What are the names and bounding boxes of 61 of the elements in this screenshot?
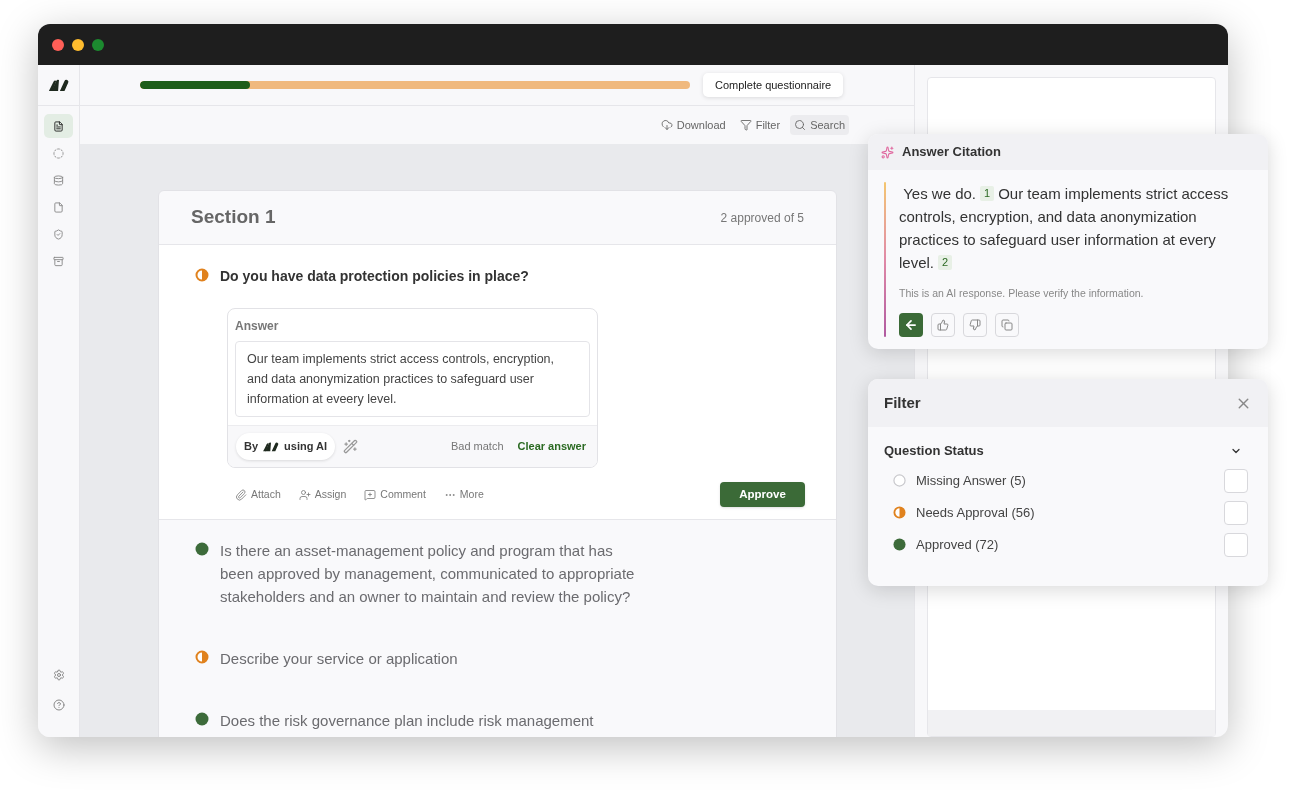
help-icon[interactable] <box>52 699 65 711</box>
filter-option-label: Needs Approval (56) <box>916 503 1035 522</box>
search-icon <box>794 119 807 131</box>
section-title: Section 1 <box>191 205 276 230</box>
copy-icon <box>1001 318 1013 331</box>
by-label: By <box>244 439 259 455</box>
arrow-left-icon <box>904 317 918 332</box>
attach-button[interactable]: Attach <box>235 486 281 503</box>
question-text[interactable]: Does the risk governance plan include risk management <box>220 709 650 732</box>
filter-icon <box>739 119 752 131</box>
search-button[interactable]: Search <box>790 115 849 135</box>
popover-title: Answer Citation <box>902 143 1001 162</box>
filter-option-label: Missing Answer (5) <box>916 471 1026 490</box>
comment-button[interactable]: Comment <box>364 486 426 503</box>
question-text[interactable]: Do you have data protection policies in place? <box>220 265 650 288</box>
filter-option-label: Approved (72) <box>916 535 999 554</box>
file-icon <box>53 201 64 213</box>
checkbox[interactable] <box>1224 500 1248 525</box>
logo-icon <box>262 441 281 452</box>
archive-icon <box>53 255 64 267</box>
sparkle-icon <box>881 145 894 159</box>
filter-button[interactable]: Filter <box>735 115 785 135</box>
user-plus-icon <box>298 488 311 501</box>
maximize-window-button[interactable] <box>92 38 104 51</box>
thumbs-up-icon <box>937 318 949 331</box>
thumbs-up-button[interactable] <box>931 312 955 337</box>
bad-match-link[interactable]: Bad match <box>450 438 504 455</box>
thumbs-down-button[interactable] <box>963 312 987 337</box>
magic-wand-icon[interactable] <box>343 439 359 454</box>
citation-text: Yes we do. 1 Our team implements strict access controls, encryption, and data anonymization practices to safeguard user information at every level. 2 <box>899 184 1230 273</box>
shield-check-icon <box>53 228 64 240</box>
approved-count: 2 approved of 5 <box>720 209 804 227</box>
thumbs-down-icon <box>969 318 981 331</box>
logo-icon <box>47 78 70 92</box>
download-button[interactable]: Download <box>656 115 730 135</box>
paperclip-icon <box>235 488 247 501</box>
settings-icon[interactable] <box>52 669 65 681</box>
cloud-download-icon <box>660 119 673 131</box>
close-window-button[interactable] <box>52 38 64 51</box>
question-text[interactable]: Is there an asset-management policy and program that has been approved by management, communicated to appropriate stakeholders and an owner to maintain and review the policy? <box>220 539 650 608</box>
document-icon <box>53 120 64 132</box>
question-text[interactable]: Describe your service or application <box>220 647 650 670</box>
clear-answer-link[interactable]: Clear answer <box>517 438 586 455</box>
database-icon <box>53 174 64 186</box>
ai-disclaimer: This is an AI response. Please verify the information. <box>899 286 1145 301</box>
assign-button[interactable]: Assign <box>298 486 347 503</box>
copy-button[interactable] <box>995 312 1019 337</box>
checkbox[interactable] <box>1224 468 1248 493</box>
comment-icon <box>364 488 377 501</box>
answer-field[interactable]: Our team implements strict access controls, encryption, and data anonymization practices to safeguard user information at eveery level. <box>235 341 590 417</box>
filter-title: Filter <box>884 392 921 413</box>
group-title: Question Status <box>884 442 984 460</box>
complete-questionnaire-button[interactable]: Complete questionnaire <box>703 73 844 97</box>
more-button[interactable]: More <box>443 486 484 503</box>
checkbox[interactable] <box>1224 532 1248 557</box>
back-button[interactable] <box>899 312 923 337</box>
approve-button[interactable]: Approve <box>720 482 805 507</box>
sidebar-item[interactable] <box>44 114 73 138</box>
answer-label: Answer <box>235 318 280 335</box>
using-ai-label: using AI <box>284 439 328 455</box>
minimize-window-button[interactable] <box>72 38 84 51</box>
